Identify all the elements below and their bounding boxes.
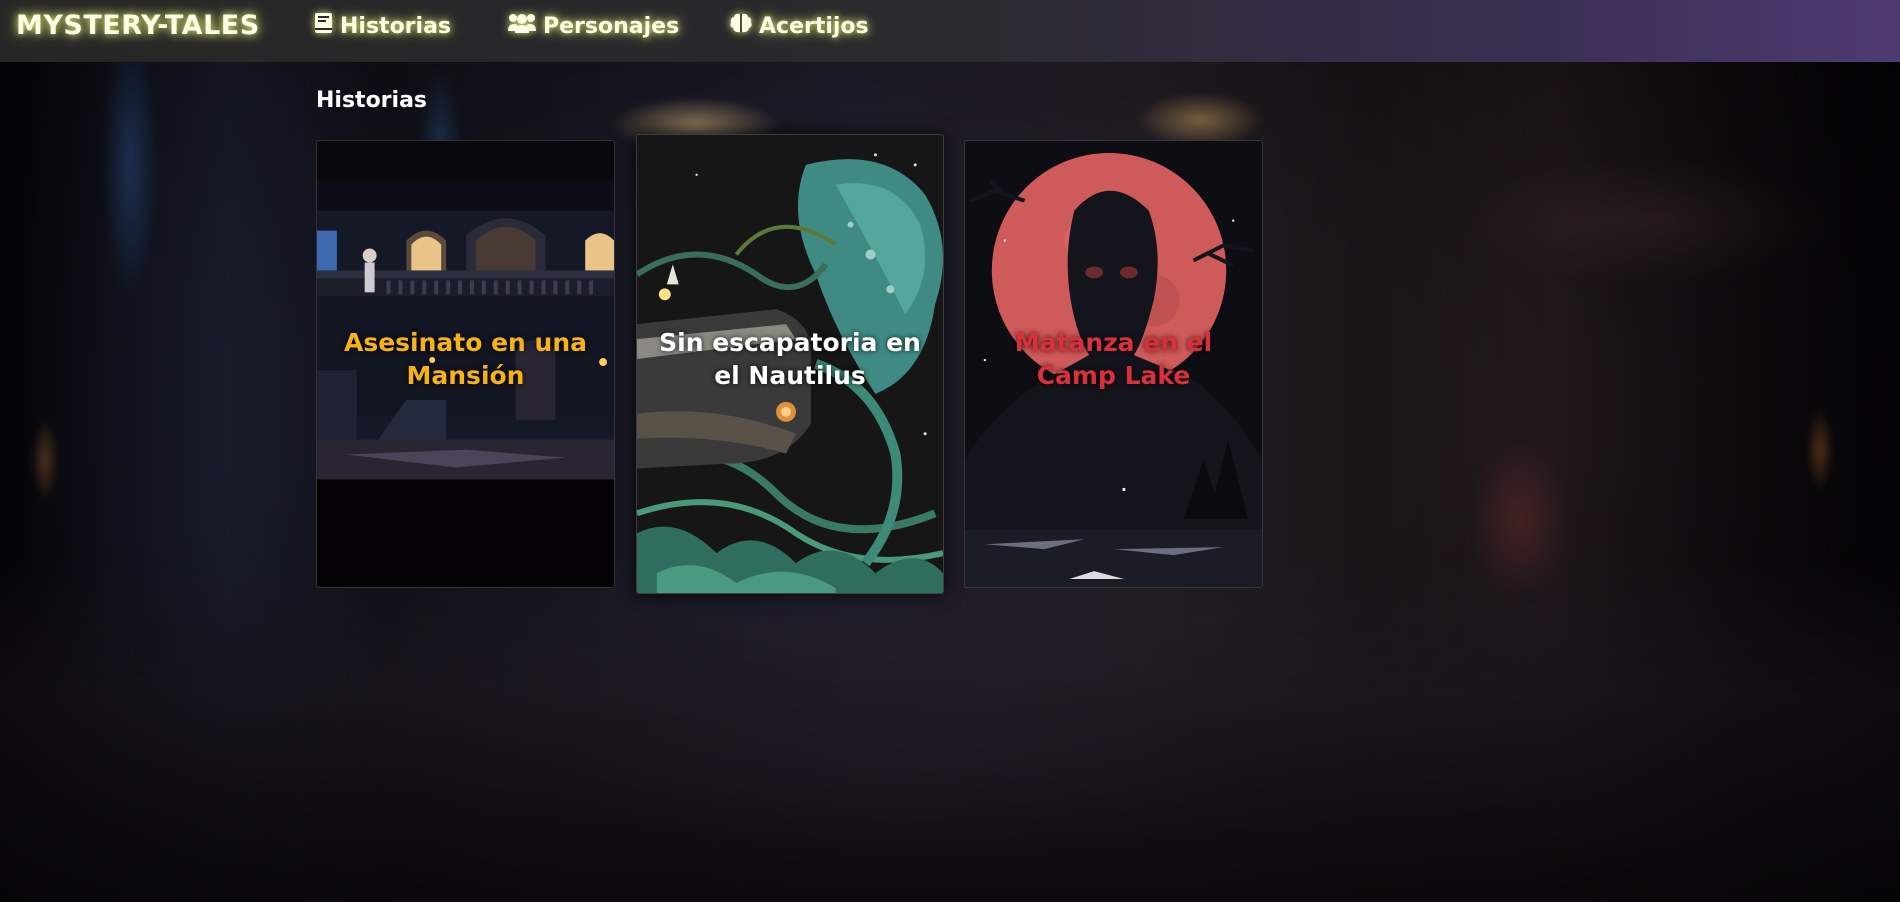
story-card-nautilus[interactable]: Sin escapatoria en el Nautilus	[636, 134, 944, 594]
story-card-title: Asesinato en una Mansión	[343, 328, 588, 390]
nav-link-label: Acertijos	[759, 13, 869, 39]
users-icon	[507, 12, 537, 40]
background-vignette	[0, 0, 1900, 902]
story-card-title: Sin escapatoria en el Nautilus	[659, 328, 921, 390]
nav-link-acertijos[interactable]: Acertijos	[729, 12, 869, 40]
nav-link-historias[interactable]: Historias	[314, 12, 451, 40]
nav-link-personajes[interactable]: Personajes	[507, 12, 679, 40]
nav-link-label: Personajes	[543, 13, 680, 39]
brain-icon	[729, 12, 753, 40]
top-navbar: MYSTERY-TALES Historias Personajes Acert…	[0, 0, 1900, 62]
nav-link-label: Historias	[340, 13, 452, 39]
story-card-mansion[interactable]: Asesinato en una Mansión	[316, 140, 615, 588]
story-card-title: Matanza en el Camp Lake	[1014, 328, 1213, 390]
brand-logo[interactable]: MYSTERY-TALES	[16, 10, 260, 41]
book-icon	[314, 12, 334, 40]
story-card-camp-lake[interactable]: Matanza en el Camp Lake	[964, 140, 1263, 588]
section-title: Historias	[316, 88, 428, 113]
